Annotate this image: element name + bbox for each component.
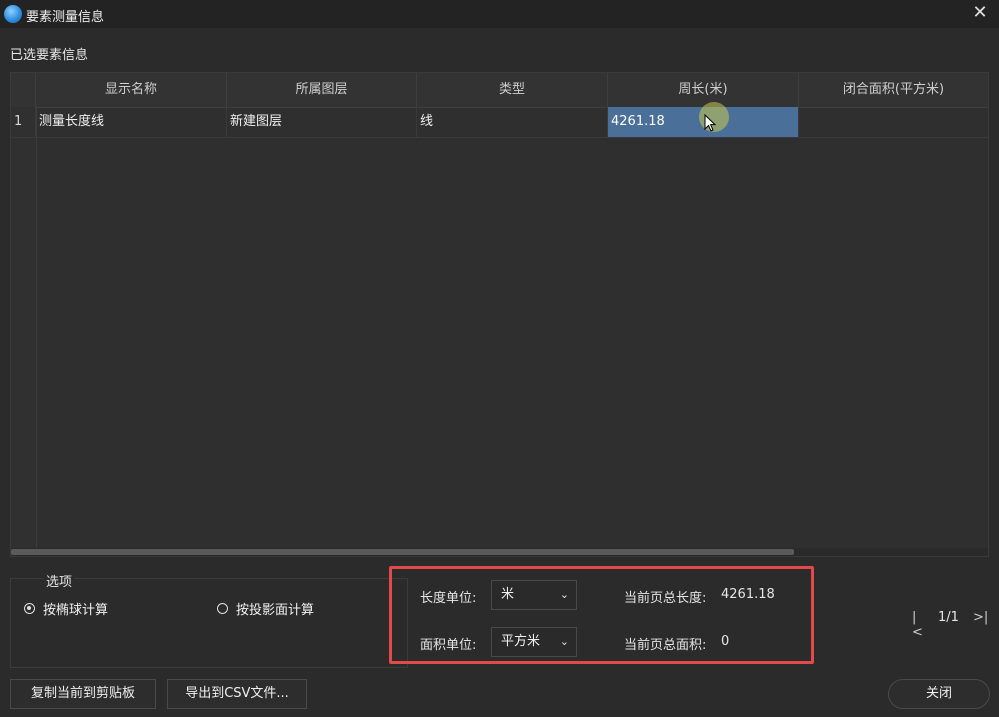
chevron-down-icon: ⌄ <box>559 635 569 648</box>
table-row[interactable]: 1 测量长度线 新建图层 线 4261.18 <box>11 107 988 138</box>
options-legend: 选项 <box>44 571 75 590</box>
area-unit-select[interactable]: 平方米 ⌄ <box>491 627 577 657</box>
area-unit-value: 平方米 <box>501 634 541 649</box>
length-unit-value: 米 <box>501 587 515 602</box>
header-corner <box>11 73 36 107</box>
radio-checked-icon <box>24 603 35 614</box>
column-header-perimeter[interactable]: 周长(米) <box>608 73 799 107</box>
total-length-label: 当前页总长度: <box>624 591 707 606</box>
mouse-cursor-icon <box>704 114 716 132</box>
cell-type[interactable]: 线 <box>417 107 608 137</box>
cell-name[interactable]: 测量长度线 <box>36 107 227 137</box>
total-area-label: 当前页总面积: <box>624 638 707 653</box>
radio-ellipsoid[interactable]: 按椭球计算 <box>24 599 108 618</box>
close-icon[interactable]: ✕ <box>969 2 991 24</box>
total-area-value: 0 <box>721 634 730 649</box>
first-page-icon[interactable]: |< <box>912 610 926 640</box>
length-unit-select[interactable]: 米 ⌄ <box>491 580 577 610</box>
radio-ellipsoid-label: 按椭球计算 <box>43 603 109 618</box>
last-page-icon[interactable]: >| <box>973 610 988 626</box>
table-header: 显示名称 所属图层 类型 周长(米) 闭合面积(平方米) <box>11 73 988 108</box>
export-csv-button[interactable]: 导出到CSV文件... <box>167 679 307 709</box>
radio-projection-label: 按投影面计算 <box>236 603 315 618</box>
title-bar: 要素测量信息 ✕ <box>0 0 999 28</box>
section-label: 已选要素信息 <box>10 48 89 63</box>
cell-layer[interactable]: 新建图层 <box>227 107 417 137</box>
options-group <box>10 578 408 668</box>
close-button[interactable]: 关闭 <box>888 679 990 709</box>
chevron-down-icon: ⌄ <box>559 588 569 601</box>
row-number: 1 <box>11 107 36 137</box>
horizontal-scrollbar[interactable] <box>11 548 988 556</box>
page-indicator: 1/1 <box>938 610 959 625</box>
scrollbar-thumb[interactable] <box>11 549 794 555</box>
total-length-value: 4261.18 <box>721 587 775 602</box>
column-header-name[interactable]: 显示名称 <box>36 73 227 107</box>
column-header-area[interactable]: 闭合面积(平方米) <box>799 73 988 107</box>
area-unit-label: 面积单位: <box>420 638 477 653</box>
window-title: 要素测量信息 <box>26 10 105 25</box>
radio-unchecked-icon <box>217 603 228 614</box>
length-unit-label: 长度单位: <box>420 591 477 606</box>
copy-to-clipboard-button[interactable]: 复制当前到剪贴板 <box>10 679 156 709</box>
feature-table[interactable]: 显示名称 所属图层 类型 周长(米) 闭合面积(平方米) 1 测量长度线 新建图… <box>10 72 989 557</box>
column-header-layer[interactable]: 所属图层 <box>227 73 417 107</box>
app-logo-icon <box>4 5 22 23</box>
column-header-type[interactable]: 类型 <box>417 73 608 107</box>
cell-area[interactable] <box>799 107 988 137</box>
row-number-column <box>11 107 37 556</box>
radio-projection[interactable]: 按投影面计算 <box>217 599 314 618</box>
